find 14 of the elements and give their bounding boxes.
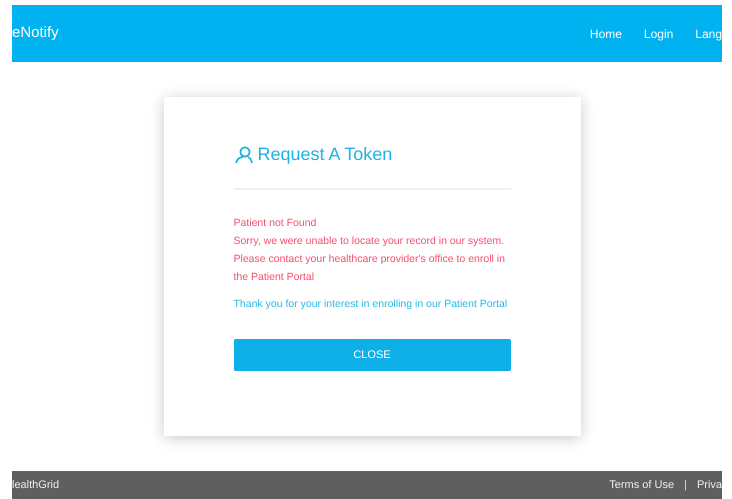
- nav-link[interactable]: Home: [590, 24, 622, 42]
- brand-name[interactable]: eNotify: [12, 22, 59, 45]
- dialog-title: Request A Token: [258, 143, 392, 166]
- nav-link[interactable]: Lang: [695, 24, 722, 42]
- footer-brand: lealthGrid: [12, 478, 60, 493]
- footer-link[interactable]: Terms of Use: [609, 476, 674, 494]
- close-button[interactable]: CLOSE: [234, 339, 510, 371]
- separator: |: [684, 478, 687, 493]
- error-title: Patient not Found: [234, 216, 318, 231]
- info-message: Thank you for your interest in enrolling in our Patient Portal: [234, 297, 508, 312]
- error-message: Sorry, we were unable to locate your record in our system. Please contact your healthcare provider's office to enroll in the Patient Portal: [234, 234, 506, 285]
- user-icon: [234, 144, 254, 164]
- footer-link[interactable]: Priva: [696, 476, 722, 494]
- nav-link[interactable]: Login: [644, 24, 674, 42]
